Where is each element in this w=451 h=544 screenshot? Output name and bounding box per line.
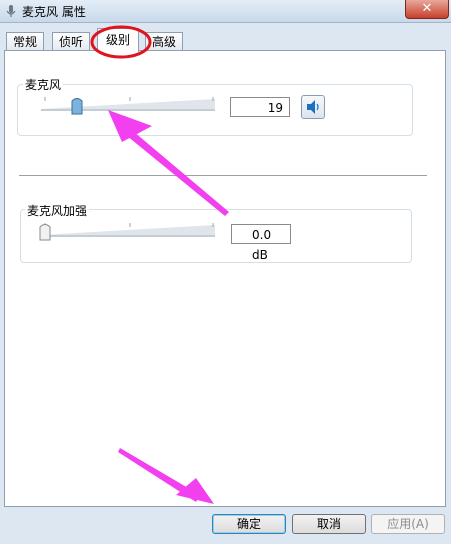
tab-general[interactable]: 常规: [6, 32, 45, 51]
close-button[interactable]: ✕: [405, 0, 449, 19]
slider-track: [41, 97, 215, 111]
microphone-icon: [6, 5, 16, 17]
speaker-icon: [307, 100, 319, 114]
apply-button[interactable]: 应用(A): [371, 514, 445, 534]
levels-panel: 麦克风 19 麦克风加强 0.0 dB: [4, 50, 446, 507]
window-title: 麦克风 属性: [22, 5, 86, 19]
slider-track: [41, 223, 215, 237]
boost-level-input[interactable]: 0.0 dB: [231, 224, 291, 262]
microphone-slider[interactable]: [39, 95, 217, 117]
slider-thumb[interactable]: [71, 98, 83, 116]
microphone-label: 麦克风: [23, 76, 64, 93]
cancel-button[interactable]: 取消: [292, 514, 366, 534]
tab-advanced[interactable]: 高级: [145, 32, 184, 51]
mute-button[interactable]: [301, 95, 325, 119]
tab-label: 高级: [152, 35, 177, 49]
slider-thumb[interactable]: [39, 224, 51, 242]
title-bar: 麦克风 属性 ✕: [0, 0, 451, 23]
tab-listen[interactable]: 侦听: [52, 32, 91, 51]
tab-label: 侦听: [59, 35, 84, 49]
boost-slider[interactable]: [39, 221, 217, 243]
dialog-window: 麦克风 属性 ✕ 常规 侦听 级别 高级 麦克风 19 麦克风加强 0.0 dB…: [0, 0, 451, 544]
ok-button[interactable]: 确定: [212, 514, 286, 534]
tab-label: 常规: [13, 35, 38, 49]
boost-label: 麦克风加强: [25, 202, 90, 219]
separator: [19, 175, 427, 177]
tab-levels[interactable]: 级别: [97, 28, 140, 52]
close-icon: ✕: [421, 1, 433, 16]
tab-label: 级别: [106, 33, 131, 47]
microphone-level-input[interactable]: 19: [230, 97, 290, 117]
